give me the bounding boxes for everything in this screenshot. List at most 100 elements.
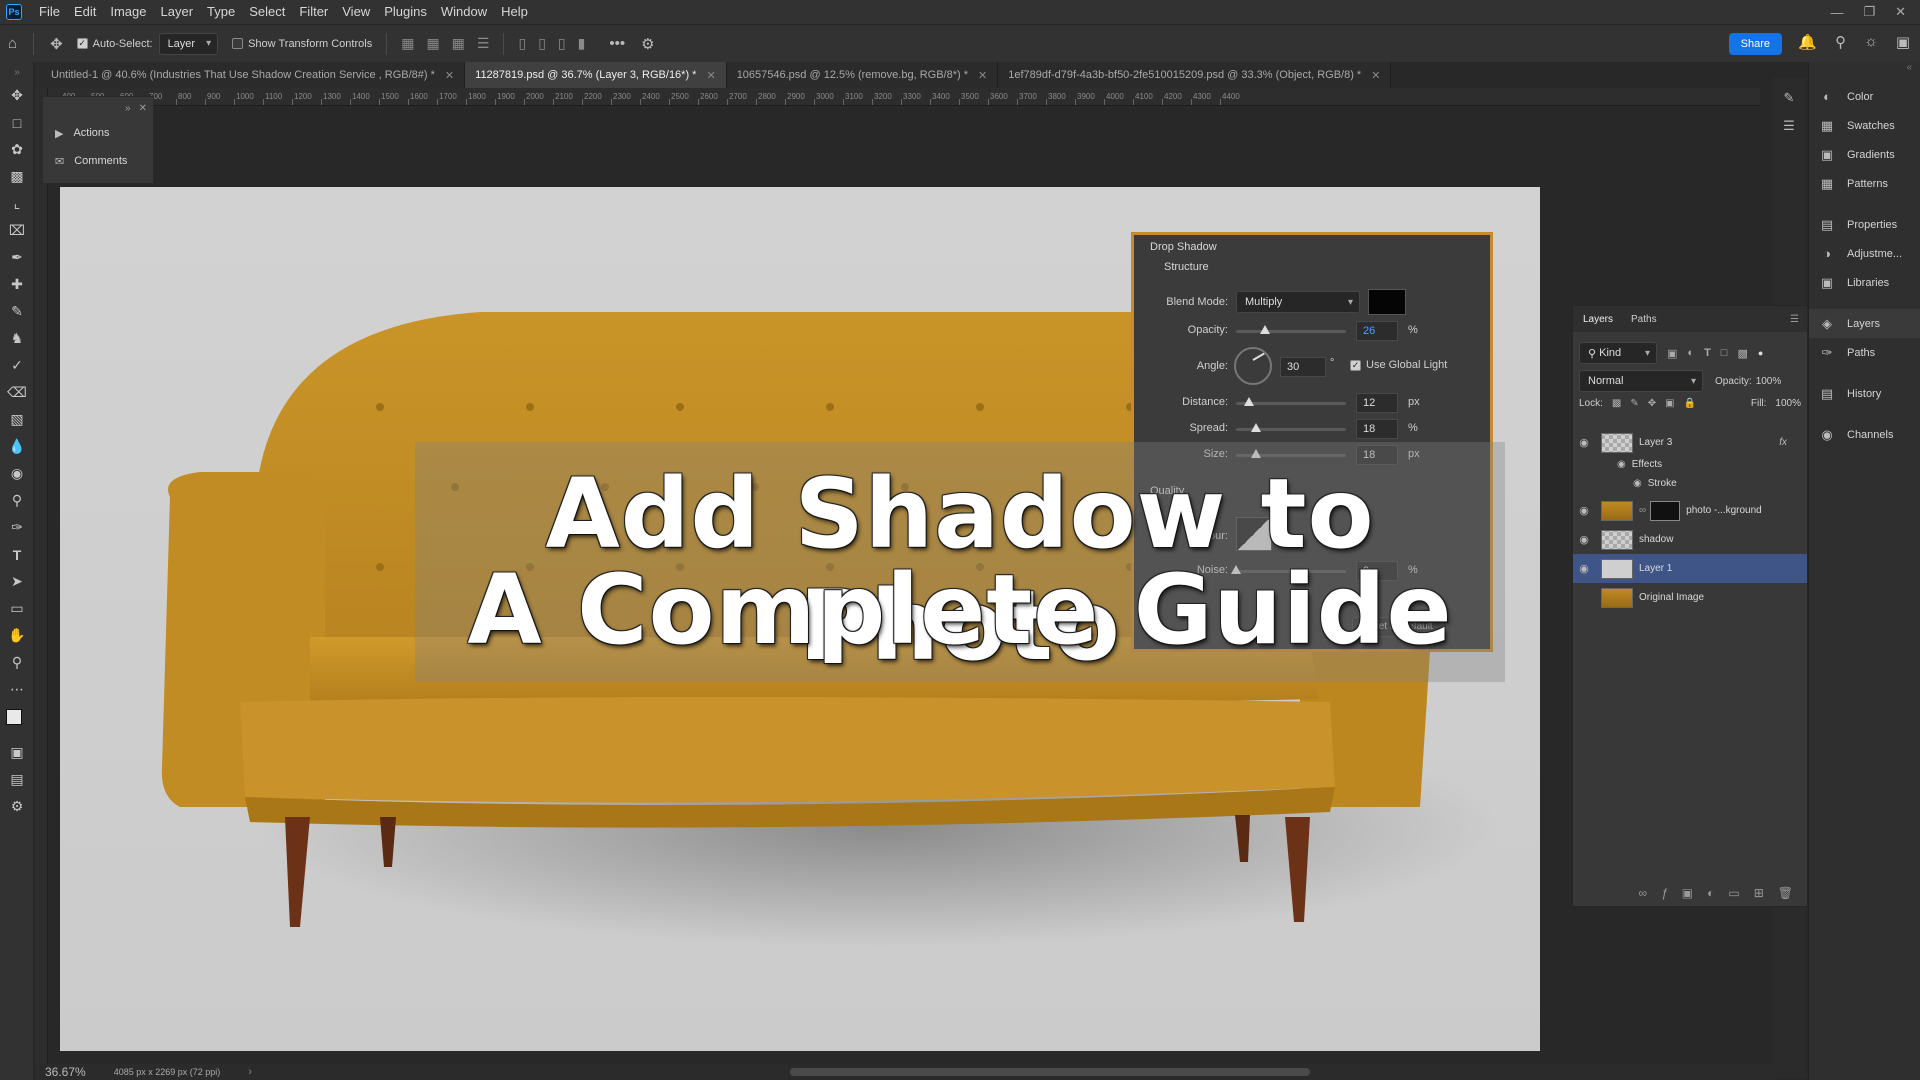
distribute-vertical-icon[interactable]: ▮ — [578, 35, 586, 52]
crop-tool-icon[interactable]: ⌞ — [0, 190, 34, 217]
brush-settings-icon[interactable]: ✎ — [1772, 84, 1806, 112]
new-group-icon[interactable]: ▭ — [1728, 886, 1739, 900]
history-brush-tool-icon[interactable]: ✓ — [0, 352, 34, 379]
global-light-checkbox[interactable]: ✓ Use Global Light — [1350, 359, 1447, 371]
layer-row-stroke[interactable]: ◉ Stroke — [1573, 474, 1807, 492]
tab-untitled-1[interactable]: Untitled-1 @ 40.6% (Industries That Use … — [35, 62, 466, 88]
menu-image[interactable]: Image — [103, 0, 153, 24]
panel-menu-icon[interactable]: ☰ — [1790, 314, 1799, 325]
blend-mode-dropdown[interactable]: Multiply — [1236, 291, 1360, 313]
layer-row-layer-1[interactable]: ◉ Layer 1 — [1573, 554, 1807, 583]
distribute-icon[interactable]: ☰ — [477, 35, 490, 52]
stroke-eye-icon[interactable]: ◉ — [1633, 478, 1642, 489]
layer-row-effects[interactable]: ◉ Effects — [1573, 455, 1807, 473]
distance-input[interactable]: 12 — [1356, 393, 1398, 413]
burn-tool-icon[interactable]: ⚲ — [0, 487, 34, 514]
lock-transparent-icon[interactable]: ▩ — [1612, 398, 1621, 409]
tab-1ef789df[interactable]: 1ef789df-d79f-4a3b-bf50-2fe510015209.psd… — [998, 62, 1392, 88]
horizontal-scrollbar[interactable] — [790, 1068, 1310, 1076]
lock-pixels-icon[interactable]: ✎ — [1630, 398, 1638, 409]
layer-row-shadow[interactable]: ◉ shadow — [1573, 525, 1807, 554]
gear-icon[interactable]: ⚙ — [641, 35, 654, 53]
fx-icon[interactable]: fx — [1779, 437, 1787, 448]
menu-help[interactable]: Help — [494, 0, 535, 24]
visibility-eye-icon[interactable]: ◉ — [1573, 504, 1595, 517]
eraser-tool-icon[interactable]: ⌫ — [0, 379, 34, 406]
layer-row-photo-background[interactable]: ◉ ∞ photo -...kground — [1573, 496, 1807, 525]
dock-channels[interactable]: ◉ Channels — [1809, 420, 1920, 449]
blur-tool-icon[interactable]: 💧 — [0, 433, 34, 460]
filter-adjustment-icon[interactable]: ◐ — [1687, 347, 1694, 359]
spread-input[interactable]: 18 — [1356, 419, 1398, 439]
align-left-icon[interactable]: ▦ — [401, 35, 414, 52]
align-middle-icon[interactable]: ▯ — [538, 35, 546, 52]
zoom-level[interactable]: 36.67% — [45, 1065, 86, 1079]
type-tool-icon[interactable]: T — [0, 541, 34, 568]
more-tools-icon[interactable]: ⋯ — [0, 676, 34, 703]
menu-plugins[interactable]: Plugins — [377, 0, 434, 24]
pen-tool-icon[interactable]: ✑ — [0, 514, 34, 541]
opacity-slider[interactable] — [1236, 330, 1346, 333]
add-mask-icon[interactable]: ▣ — [1682, 886, 1693, 900]
filter-shape-icon[interactable]: □ — [1721, 347, 1728, 359]
collapse-panel-icon[interactable]: » — [125, 103, 131, 114]
dock-patterns[interactable]: ▦ Patterns — [1809, 169, 1920, 198]
align-right-icon[interactable]: ▦ — [452, 35, 465, 52]
eyedropper-tool-icon[interactable]: ✒ — [0, 244, 34, 271]
dock-color[interactable]: ◐ Color — [1809, 82, 1920, 111]
close-panel-icon[interactable]: ✕ — [139, 103, 147, 114]
link-layers-icon[interactable]: ∞ — [1639, 886, 1648, 900]
dodge-tool-icon[interactable]: ◉ — [0, 460, 34, 487]
actions-panel-button[interactable]: ▶ Actions — [43, 119, 153, 147]
align-center-icon[interactable]: ▦ — [426, 35, 439, 52]
frame-tool-icon[interactable]: ⌧ — [0, 217, 34, 244]
layer-row-layer-3[interactable]: ◉ Layer 3 fx — [1573, 428, 1807, 457]
menu-type[interactable]: Type — [200, 0, 242, 24]
close-icon[interactable]: ✕ — [1895, 4, 1906, 20]
share-for-review-icon[interactable]: ⚙ — [0, 793, 34, 820]
lightbulb-icon[interactable]: ☼ — [1864, 33, 1878, 51]
tab-11287819[interactable]: 11287819.psd @ 36.7% (Layer 3, RGB/16*) … — [465, 62, 727, 88]
opacity-slider-knob[interactable] — [1259, 325, 1270, 334]
document-info[interactable]: 4085 px x 2269 px (72 ppi) — [114, 1067, 221, 1077]
auto-select-dropdown[interactable]: Layer — [158, 32, 219, 55]
layer-mask-thumbnail[interactable] — [1650, 500, 1681, 521]
transform-controls-checkbox[interactable]: Show Transform Controls — [232, 38, 372, 50]
layer-fill-input[interactable]: 100% — [1775, 398, 1801, 409]
visibility-eye-icon[interactable]: ◉ — [1573, 562, 1595, 575]
visibility-eye-icon[interactable]: ◉ — [1573, 436, 1595, 449]
delete-layer-icon[interactable]: 🗑 — [1778, 886, 1793, 900]
collapse-icon[interactable]: » — [0, 62, 34, 82]
adjustment-layer-icon[interactable]: ◐ — [1707, 886, 1714, 900]
close-tab-icon[interactable]: ✕ — [1371, 69, 1380, 82]
status-arrow-icon[interactable]: › — [248, 1066, 252, 1078]
bell-icon[interactable]: 🔔 — [1798, 33, 1817, 51]
distance-slider-knob[interactable] — [1244, 397, 1255, 406]
move-tool-icon[interactable]: ✥ — [50, 35, 63, 53]
dock-layers[interactable]: ◈ Layers — [1809, 309, 1920, 338]
dock-history[interactable]: ▤ History — [1809, 379, 1920, 408]
restore-icon[interactable]: ❐ — [1863, 4, 1875, 20]
more-options-icon[interactable]: ••• — [609, 35, 625, 52]
filter-smart-icon[interactable]: ▩ — [1737, 347, 1747, 360]
layer-opacity-input[interactable]: 100% — [1756, 376, 1782, 387]
healing-brush-tool-icon[interactable]: ✚ — [0, 271, 34, 298]
marquee-tool-icon[interactable]: □ — [0, 109, 34, 136]
filter-toggle-icon[interactable]: ● — [1758, 348, 1763, 358]
dock-libraries[interactable]: ▣ Libraries — [1809, 268, 1920, 297]
minimize-icon[interactable]: — — [1830, 5, 1843, 20]
new-layer-icon[interactable]: ⊞ — [1754, 886, 1764, 900]
foreground-color-swatch[interactable] — [6, 709, 22, 725]
tab-layers[interactable]: Layers — [1583, 314, 1613, 325]
screen-mode-icon[interactable]: ▤ — [0, 766, 34, 793]
visibility-eye-icon[interactable]: ◉ — [1573, 533, 1595, 546]
share-button[interactable]: Share — [1728, 33, 1782, 55]
adjust-sliders-icon[interactable]: ☰ — [1772, 112, 1806, 140]
angle-input[interactable]: 30 — [1280, 357, 1326, 377]
tab-paths[interactable]: Paths — [1631, 314, 1657, 325]
home-icon[interactable]: ⌂ — [8, 35, 17, 52]
filter-kind-dropdown[interactable]: ⚲ Kind — [1579, 342, 1657, 364]
close-tab-icon[interactable]: ✕ — [445, 69, 454, 82]
dock-properties[interactable]: ▤ Properties — [1809, 210, 1920, 239]
dock-gradients[interactable]: ▣ Gradients — [1809, 140, 1920, 169]
